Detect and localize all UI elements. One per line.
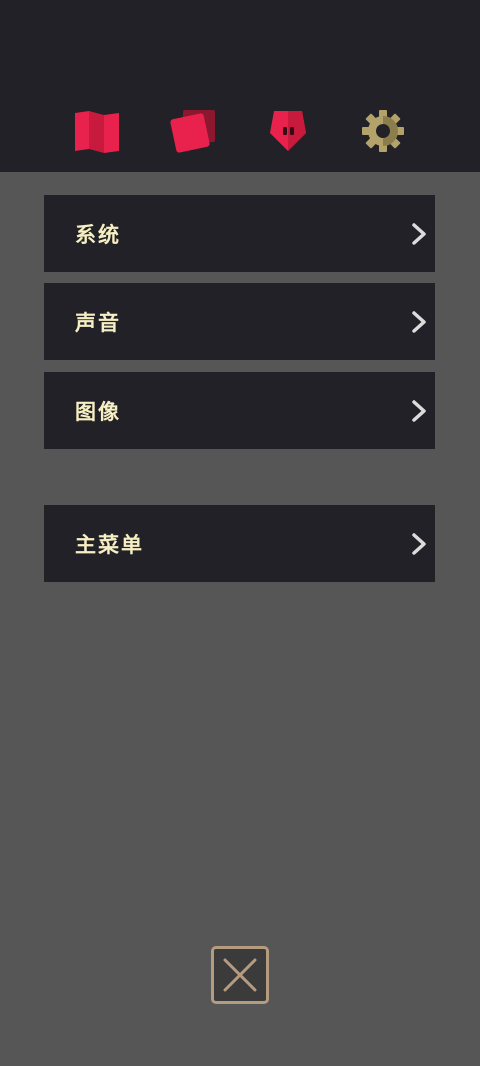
top-tab-bar — [0, 0, 480, 172]
menu-item-label: 主菜单 — [75, 532, 144, 557]
tab-map[interactable] — [72, 106, 122, 156]
menu-item-label: 声音 — [75, 310, 121, 335]
menu-item-graphics[interactable]: 图像 — [44, 372, 435, 449]
gear-icon — [362, 110, 404, 152]
cards-icon — [170, 110, 215, 153]
menu-item-sound[interactable]: 声音 — [44, 283, 435, 360]
close-icon — [223, 958, 257, 992]
map-icon — [75, 111, 119, 153]
tab-creature[interactable] — [263, 106, 313, 156]
chevron-right-icon — [412, 222, 426, 245]
tab-cards[interactable] — [168, 106, 218, 156]
menu-item-label: 图像 — [75, 399, 121, 424]
chevron-right-icon — [412, 532, 426, 555]
chevron-right-icon — [412, 310, 426, 333]
creature-icon — [270, 111, 306, 151]
menu-item-main-menu[interactable]: 主菜单 — [44, 505, 435, 582]
menu-item-label: 系统 — [75, 222, 121, 247]
menu-item-system[interactable]: 系统 — [44, 195, 435, 272]
chevron-right-icon — [412, 399, 426, 422]
tab-settings[interactable] — [358, 106, 408, 156]
close-button[interactable] — [211, 946, 269, 1004]
